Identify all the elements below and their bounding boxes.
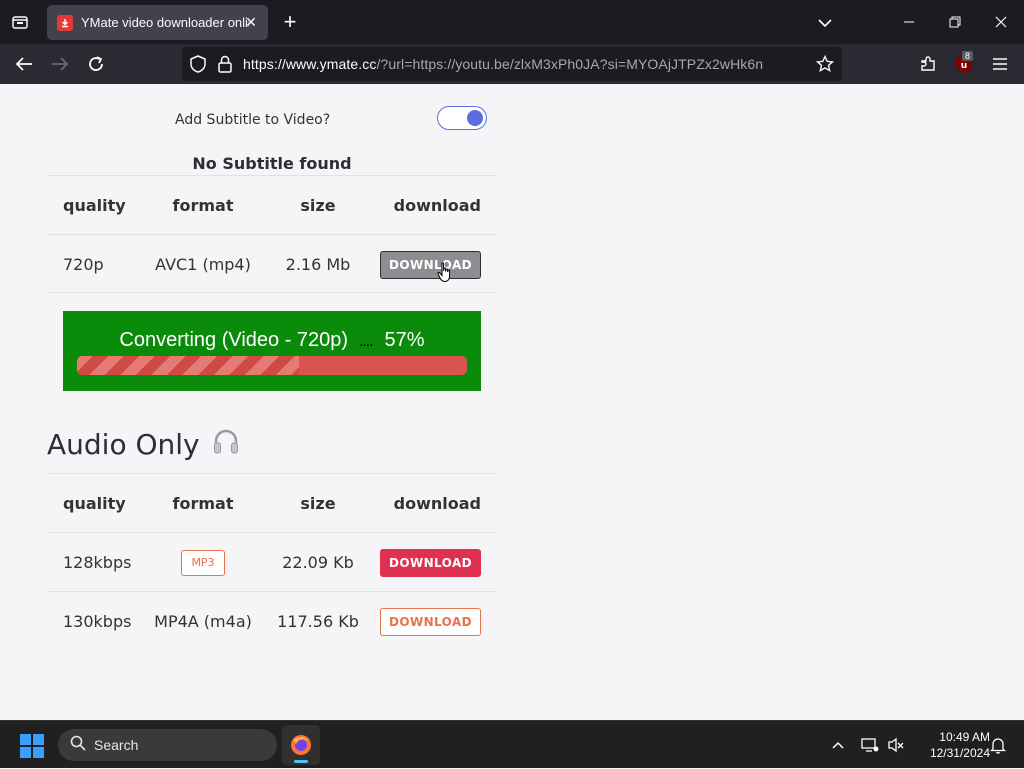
header-size: size — [300, 494, 336, 513]
tray-overflow-chevron-icon[interactable] — [826, 721, 850, 769]
download-m4a-button[interactable]: DOWNLOAD — [380, 607, 481, 636]
row-size: 2.16 Mb — [285, 255, 351, 274]
video-table: quality format size download 720p AVC1 (… — [47, 175, 497, 293]
progress-bar-fill — [77, 356, 300, 375]
network-monitor-icon[interactable] — [858, 721, 882, 769]
audio-only-heading: Audio Only — [47, 427, 240, 462]
progress-label: Converting (Video - 720p) — [119, 329, 349, 351]
headphones-icon — [212, 427, 240, 462]
header-quality: quality — [63, 494, 126, 513]
windows-taskbar: Search 10:49 AM 12/31/2024 — [0, 720, 1024, 768]
conversion-progress-panel: Converting (Video - 720p) .... 57% — [63, 311, 481, 391]
header-format: format — [172, 494, 234, 513]
reload-icon[interactable] — [80, 48, 112, 80]
forward-arrow-icon[interactable] — [44, 48, 76, 80]
row-download-cell: DOWNLOAD — [380, 235, 481, 294]
tab-title: YMate video downloader online — [81, 15, 249, 30]
tab-close-icon[interactable]: ✕ — [242, 13, 260, 31]
download-720p-button[interactable]: DOWNLOAD — [380, 250, 481, 279]
tab-list-icon[interactable] — [4, 6, 36, 38]
table-header-row: quality format size download — [47, 473, 497, 532]
ymate-favicon-icon — [57, 14, 73, 31]
bookmark-star-icon[interactable] — [815, 54, 835, 78]
row-format: AVC1 (mp4) — [155, 255, 251, 274]
mp3-format-tag: MP3 — [181, 549, 225, 576]
search-icon — [70, 735, 86, 756]
windows-start-icon[interactable] — [20, 734, 44, 758]
subtitle-toggle[interactable] — [437, 106, 487, 130]
extension-badge: 8 — [962, 51, 974, 61]
row-size: 22.09 Kb — [282, 553, 354, 572]
row-quality: 720p — [63, 255, 104, 274]
header-download: download — [393, 196, 481, 215]
hand-cursor-icon — [437, 262, 453, 289]
navigation-bar: https://www.ymate.cc/?url=https://youtu.… — [0, 44, 1024, 84]
audio-only-title: Audio Only — [47, 428, 200, 461]
svg-text:u: u — [961, 61, 967, 71]
row-format: MP3 — [143, 533, 263, 592]
back-arrow-icon[interactable] — [8, 48, 40, 80]
search-label: Search — [94, 737, 139, 753]
progress-status-text: Converting (Video - 720p) .... 57% — [63, 329, 481, 352]
tab-strip: YMate video downloader online ✕ + — [0, 0, 1024, 44]
row-size: 117.56 Kb — [277, 612, 359, 631]
new-tab-icon[interactable]: + — [278, 9, 302, 34]
shield-icon[interactable] — [190, 55, 206, 78]
subtitle-label: Add Subtitle to Video? — [175, 112, 331, 128]
url-path: /?url=https://youtu.be/zlxM3xPh0JA?si=MY… — [376, 56, 764, 72]
table-row: 720p AVC1 (mp4) 2.16 Mb DOWNLOAD — [47, 234, 497, 293]
table-row: 128kbps MP3 22.09 Kb DOWNLOAD — [47, 532, 497, 591]
lock-icon[interactable] — [218, 55, 232, 78]
clock-time: 10:49 AM — [939, 730, 990, 744]
download-mp3-button[interactable]: DOWNLOAD — [380, 548, 481, 577]
row-quality: 128kbps — [63, 553, 132, 572]
row-download-cell: DOWNLOAD — [380, 592, 481, 651]
table-row: 130kbps MP4A (m4a) 117.56 Kb DOWNLOAD — [47, 591, 497, 650]
volume-muted-icon[interactable] — [884, 721, 908, 769]
active-tab[interactable]: YMate video downloader online ✕ — [47, 5, 268, 40]
progress-percent: 57% — [384, 329, 425, 351]
audio-table: quality format size download 128kbps MP3… — [47, 473, 497, 650]
header-download: download — [393, 494, 481, 513]
row-quality: 130kbps — [63, 612, 132, 631]
address-bar[interactable]: https://www.ymate.cc/?url=https://youtu.… — [182, 47, 842, 81]
url-host: https://www.ymate.cc — [243, 56, 377, 72]
row-download-cell: DOWNLOAD — [380, 533, 481, 592]
toggle-knob — [467, 110, 483, 126]
table-header-row: quality format size download — [47, 175, 497, 234]
list-all-tabs-chevron-icon[interactable] — [814, 12, 836, 34]
active-app-indicator — [294, 760, 308, 763]
firefox-taskbar-icon[interactable] — [282, 725, 320, 765]
minimize-icon[interactable] — [886, 0, 932, 44]
header-size: size — [300, 196, 336, 215]
row-format: MP4A (m4a) — [154, 612, 252, 631]
no-subtitle-message: No Subtitle found — [192, 154, 352, 173]
page-content: Add Subtitle to Video? No Subtitle found… — [0, 84, 1024, 720]
browser-window: YMate video downloader online ✕ + https:… — [0, 0, 1024, 720]
clock-date: 12/31/2024 — [929, 746, 990, 760]
progress-dots: .... — [359, 335, 373, 349]
close-window-icon[interactable] — [978, 0, 1024, 44]
extensions-puzzle-icon[interactable] — [912, 48, 944, 80]
header-format: format — [172, 196, 234, 215]
taskbar-search-box[interactable]: Search — [58, 729, 277, 761]
header-quality: quality — [63, 196, 126, 215]
progress-bar — [77, 356, 467, 375]
menu-hamburger-icon[interactable] — [984, 48, 1016, 80]
url-text[interactable]: https://www.ymate.cc/?url=https://youtu.… — [243, 56, 763, 72]
notification-bell-icon[interactable] — [986, 721, 1010, 769]
restore-icon[interactable] — [932, 0, 978, 44]
taskbar-clock[interactable]: 10:49 AM 12/31/2024 — [910, 729, 990, 761]
